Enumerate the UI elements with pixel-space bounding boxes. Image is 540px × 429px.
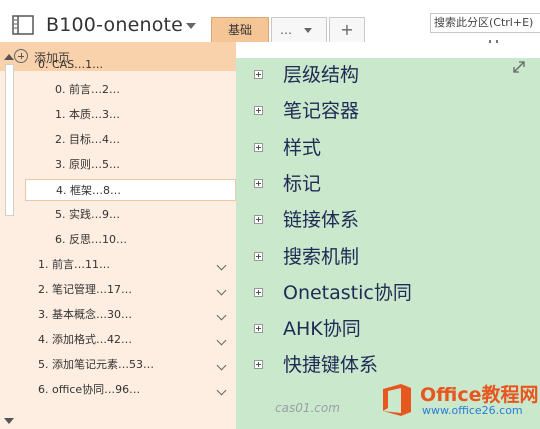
plus-box-icon[interactable] xyxy=(254,287,263,297)
chevron-down-icon[interactable] xyxy=(216,285,227,296)
page-item-label: 2. 笔记管理…17… xyxy=(38,283,132,296)
outline-item-text: Onetastic协同 xyxy=(283,281,412,304)
page-item[interactable]: 1. 本质…3… xyxy=(55,104,236,126)
scroll-down-icon[interactable] xyxy=(4,418,14,424)
office-logo-watermark: Office教程网 www.office26.com xyxy=(374,372,540,429)
notebook-title[interactable]: B100-onenote xyxy=(46,14,183,36)
page-item[interactable]: 3. 原则…5… xyxy=(55,154,236,176)
page-item[interactable]: 2. 目标…4… xyxy=(55,129,236,151)
page-item-label: 5. 实践…9… xyxy=(55,208,120,221)
scrollbar-thumb[interactable] xyxy=(5,64,14,216)
page-item[interactable]: 0. CAS…1… xyxy=(38,54,236,76)
plus-box-icon[interactable] xyxy=(254,106,263,116)
notebook-dropdown-icon[interactable] xyxy=(186,23,196,29)
outline-item-text: 快捷键体系 xyxy=(283,354,379,377)
office-logo-icon xyxy=(379,382,415,418)
outline-item-text: 标记 xyxy=(283,172,322,195)
page-item-label: 6. office协同…96… xyxy=(38,383,141,396)
outline-item-text: 样式 xyxy=(283,136,322,159)
page-item-label: 3. 原则…5… xyxy=(55,158,120,171)
page-item-label: 4. 框架…8… xyxy=(56,184,121,197)
plus-box-icon[interactable] xyxy=(254,142,263,152)
page-item[interactable]: 6. 反思…10… xyxy=(55,229,236,251)
logo-url: www.office26.com xyxy=(422,404,523,417)
page-list-scrollbar[interactable] xyxy=(2,54,17,426)
page-item[interactable]: 1. 前言…11… xyxy=(38,254,236,276)
more-tabs-label: … xyxy=(280,23,292,37)
page-item-label: 0. 前言…2… xyxy=(55,83,120,96)
page-item[interactable]: 5. 添加笔记元素…53… xyxy=(38,354,236,376)
page-item[interactable]: 5. 实践…9… xyxy=(55,204,236,226)
plus-box-icon[interactable] xyxy=(254,360,263,370)
page-item-label: 1. 前言…11… xyxy=(38,258,110,271)
chevron-down-icon[interactable] xyxy=(216,335,227,346)
outline-item-text: 搜索机制 xyxy=(283,245,360,268)
page-item[interactable]: 3. 基本概念…30… xyxy=(38,304,236,326)
section-tab-more[interactable]: … xyxy=(271,17,327,42)
site-watermark: cas01.com xyxy=(275,401,340,415)
page-item[interactable]: 0. 前言…2… xyxy=(55,79,236,101)
page-item[interactable]: 6. office协同…96… xyxy=(38,379,236,401)
page-item[interactable]: 4. 添加格式…42… xyxy=(38,329,236,351)
page-item-label: 0. CAS…1… xyxy=(38,58,104,71)
plus-box-icon[interactable] xyxy=(254,178,263,188)
page-item-label: 5. 添加笔记元素…53… xyxy=(38,358,154,371)
plus-box-icon[interactable] xyxy=(254,324,263,334)
expand-diagonal-icon[interactable] xyxy=(511,59,527,75)
outline-item-text: 链接体系 xyxy=(283,209,360,232)
plus-box-icon[interactable] xyxy=(254,251,263,261)
ribbon-handle-left xyxy=(489,40,491,43)
search-input[interactable]: 搜索此分区(Ctrl+E) xyxy=(430,13,540,33)
page-item-label: 1. 本质…3… xyxy=(55,108,120,121)
section-tab-basic[interactable]: 基础 xyxy=(211,17,269,42)
ribbon-handle-right xyxy=(496,40,498,43)
chevron-down-icon[interactable] xyxy=(216,385,227,396)
page-item-label: 2. 目标…4… xyxy=(55,133,120,146)
page-item-label: 6. 反思…10… xyxy=(55,233,127,246)
chevron-down-icon[interactable] xyxy=(216,360,227,371)
page-item[interactable]: 2. 笔记管理…17… xyxy=(38,279,236,301)
chevron-down-icon[interactable] xyxy=(216,260,227,271)
page-item-label: 4. 添加格式…42… xyxy=(38,333,132,346)
plus-box-icon[interactable] xyxy=(254,70,263,79)
page-item-label: 3. 基本概念…30… xyxy=(38,308,132,321)
page-item-selected[interactable]: 4. 框架…8… xyxy=(25,179,236,201)
add-section-button[interactable]: + xyxy=(329,17,365,42)
logo-title: Office教程网 xyxy=(420,384,539,406)
notebook-icon[interactable] xyxy=(12,15,34,35)
scroll-up-icon[interactable] xyxy=(4,54,14,60)
outline-item-text: 层级结构 xyxy=(283,64,360,86)
title-bar: B100-onenote 基础 … + 搜索此分区(Ctrl+E) xyxy=(0,0,540,43)
outline-item-text: 笔记容器 xyxy=(283,100,360,123)
chevron-down-icon xyxy=(304,28,312,33)
outline-item-text: AHK协同 xyxy=(283,318,361,341)
chevron-down-icon[interactable] xyxy=(216,310,227,321)
plus-box-icon[interactable] xyxy=(254,215,263,225)
